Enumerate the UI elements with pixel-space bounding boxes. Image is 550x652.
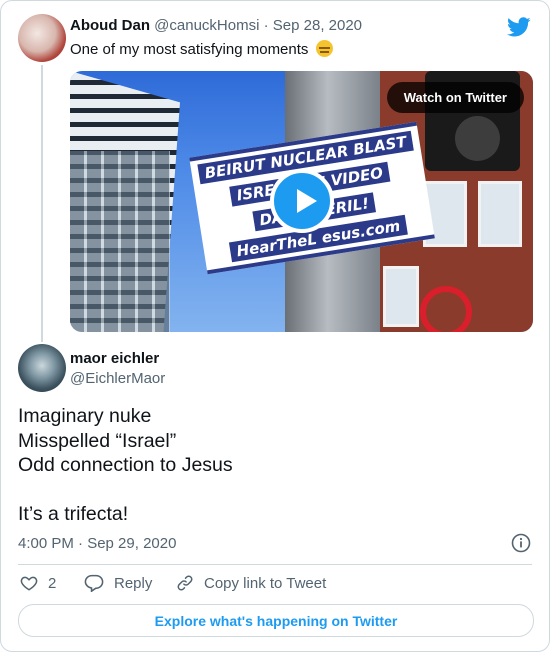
tweet-text-line: Imaginary nuke	[18, 405, 152, 427]
speech-bubble-icon	[84, 574, 104, 592]
reply-button[interactable]: Reply	[84, 574, 152, 592]
actions-divider	[18, 564, 532, 565]
copy-link-button[interactable]: Copy link to Tweet	[176, 574, 326, 592]
quoted-tweet-text: Imaginary nuke Misspelled “Israel” Odd c…	[18, 404, 233, 527]
watch-on-twitter-button[interactable]: Watch on Twitter	[386, 82, 524, 113]
tweet-text-line: It’s a trifecta!	[18, 503, 129, 525]
reply-label: Reply	[114, 574, 153, 592]
parent-date[interactable]: Sep 28, 2020	[273, 17, 362, 34]
avatar-maor-eichler[interactable]	[18, 344, 66, 392]
tweet-timestamp[interactable]: 4:00 PM · Sep 29, 2020	[18, 535, 176, 552]
explore-twitter-button[interactable]: Explore what's happening on Twitter	[18, 604, 534, 637]
parent-tweet-header: Aboud Dan @canuckHomsi · Sep 28, 2020	[70, 17, 362, 34]
play-icon[interactable]	[270, 169, 334, 233]
tweet-text-line	[18, 478, 233, 503]
tweet-text-line: Misspelled “Israel”	[18, 429, 177, 452]
parent-author-handle[interactable]: @canuckHomsi	[154, 17, 259, 34]
media-signal-lamp	[455, 116, 500, 161]
like-button[interactable]: 2	[20, 574, 56, 592]
like-count: 2	[48, 574, 57, 592]
quoted-author-name[interactable]: maor eichler	[70, 350, 159, 367]
info-icon[interactable]	[511, 533, 531, 553]
parent-tweet-text: One of my most satisfying moments	[70, 40, 333, 58]
tweet-text-line: Odd connection to Jesus	[18, 454, 233, 476]
header-separator: ·	[263, 17, 269, 34]
thread-connector-line	[41, 65, 43, 342]
parent-author-name[interactable]: Aboud Dan	[70, 17, 150, 34]
heart-icon	[20, 576, 38, 591]
avatar-aboud-dan[interactable]	[18, 14, 66, 62]
tweet-embed-card: Aboud Dan @canuckHomsi · Sep 28, 2020 On…	[0, 0, 550, 652]
tweet-video-media[interactable]: BEIRUT NUCLEAR BLAST ISREAL ILE VIDEO DA…	[70, 71, 533, 332]
media-window	[478, 181, 522, 247]
parent-tweet-text-content: One of my most satisfying moments	[70, 41, 309, 58]
twitter-bird-icon[interactable]	[507, 15, 531, 39]
media-window	[383, 266, 419, 327]
media-red-sculpture	[420, 286, 472, 332]
media-building-left-shadow	[70, 151, 170, 332]
quoted-author-handle[interactable]: @EichlerMaor	[70, 370, 165, 387]
copy-link-label: Copy link to Tweet	[204, 574, 327, 592]
link-icon	[177, 575, 193, 591]
expressionless-face-icon	[315, 40, 333, 57]
